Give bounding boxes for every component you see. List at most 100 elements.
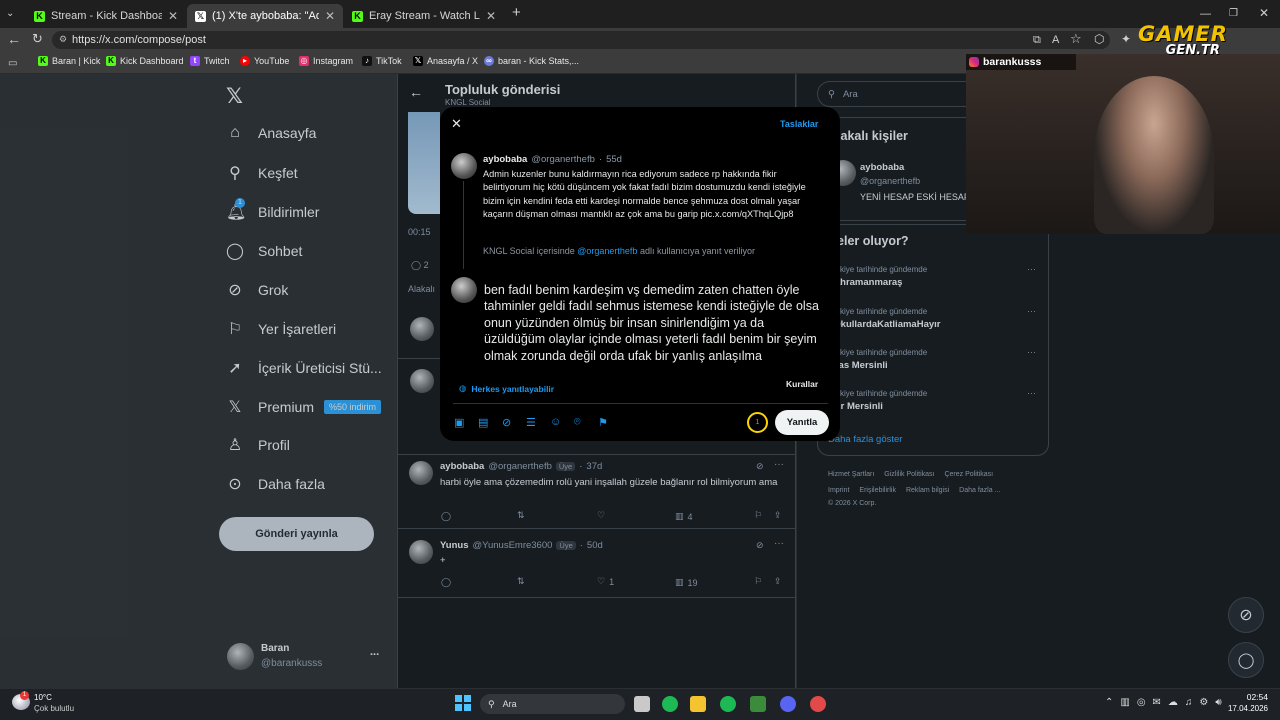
- views-button[interactable]: ▥ 4: [675, 511, 693, 522]
- footer-link[interactable]: Erişilebilirlik: [859, 487, 896, 494]
- bookmark-baran-kick[interactable]: K Baran | Kick: [38, 56, 100, 66]
- reply-time[interactable]: 50d: [587, 540, 603, 551]
- footer-link[interactable]: Imprint: [828, 487, 849, 494]
- reply-author[interactable]: aybobaba: [440, 461, 484, 472]
- nav-home[interactable]: ⌂ Anasayfa: [226, 124, 316, 142]
- footer-link[interactable]: Çerez Politikası: [944, 471, 993, 478]
- reply-textarea[interactable]: ben fadıl benim kardeşim vş demedim zate…: [484, 282, 824, 364]
- clock-time[interactable]: 02:54: [1230, 692, 1268, 702]
- bookmark-kick-stats[interactable]: ∞ baran - Kick Stats,...: [484, 56, 579, 66]
- trend-item[interactable]: Türkiye tarihinde gündemde #OkullardaKatl…: [828, 307, 940, 330]
- sort-label[interactable]: Alakalı: [408, 284, 435, 294]
- grok-icon[interactable]: ⊘: [502, 416, 511, 429]
- trend-item[interactable]: Türkiye tarihinde gündemde Nur Mersinli: [828, 389, 927, 412]
- grok-icon[interactable]: ⊘: [756, 461, 764, 472]
- avatar[interactable]: [409, 461, 433, 485]
- install-icon[interactable]: ⧉: [1033, 33, 1041, 47]
- star-icon[interactable]: ☆: [1070, 32, 1082, 46]
- discord-icon[interactable]: [780, 696, 796, 712]
- like-button[interactable]: ♡ 1: [597, 576, 614, 587]
- footer-link[interactable]: Reklam bilgisi: [906, 487, 949, 494]
- media-icon[interactable]: ▣: [454, 416, 464, 429]
- avatar[interactable]: [409, 540, 433, 564]
- reply-submit-button[interactable]: Yanıtla: [775, 410, 829, 435]
- reply-author[interactable]: Yunus: [440, 540, 469, 551]
- tab-eray-stream[interactable]: K Eray Stream - Watch Live on Kick ✕: [344, 4, 504, 28]
- more-icon[interactable]: ···: [774, 459, 784, 470]
- repost-button[interactable]: ⇅: [517, 510, 525, 521]
- emoji-icon[interactable]: ☺: [550, 416, 561, 428]
- bookmark-tiktok[interactable]: ♪ TikTok: [362, 56, 402, 66]
- grok-fab-icon[interactable]: ⊘: [1228, 597, 1264, 633]
- bookmark-youtube[interactable]: ▸ YouTube: [240, 56, 289, 66]
- footer-link[interactable]: Hizmet Şartları: [828, 471, 874, 478]
- more-icon[interactable]: ···: [774, 538, 784, 549]
- nav-profile[interactable]: ♙ Profil: [226, 435, 290, 455]
- back-icon[interactable]: ←: [7, 32, 21, 46]
- avatar[interactable]: [410, 369, 434, 393]
- apps-icon[interactable]: ▭: [8, 57, 17, 71]
- poll-icon[interactable]: ☰: [526, 416, 536, 429]
- rules-link[interactable]: Kurallar: [786, 379, 818, 389]
- post-image[interactable]: [408, 112, 440, 214]
- minimize-icon[interactable]: —: [1200, 7, 1211, 21]
- avatar[interactable]: [227, 643, 254, 670]
- account-more-icon[interactable]: ...: [370, 646, 379, 658]
- x-logo-icon[interactable]: 𝕏: [226, 84, 243, 109]
- close-icon[interactable]: ✕: [486, 9, 496, 23]
- messages-fab-icon[interactable]: ◯: [1228, 642, 1264, 678]
- app-icon[interactable]: [750, 696, 766, 712]
- tab-kick-dashboard[interactable]: K Stream - Kick Dashboard ✕: [26, 4, 186, 28]
- reload-icon[interactable]: ↻: [32, 32, 43, 46]
- reply-count[interactable]: ◯ 2: [411, 260, 429, 271]
- close-icon[interactable]: ✕: [168, 9, 178, 23]
- repost-button[interactable]: ⇅: [517, 576, 525, 587]
- more-icon[interactable]: ···: [1027, 388, 1036, 398]
- grok-icon[interactable]: ⊘: [756, 540, 764, 551]
- bookmark-instagram[interactable]: ◎ Instagram: [299, 56, 353, 66]
- bookmark-kick-dashboard[interactable]: K Kick Dashboard: [106, 56, 184, 66]
- nav-notifications[interactable]: 🔔︎ 1 Bildirimler: [226, 198, 319, 222]
- reply-button[interactable]: ◯: [441, 577, 451, 588]
- like-button[interactable]: ♡: [597, 510, 605, 521]
- footer-link[interactable]: Daha fazla ...: [959, 487, 1000, 494]
- nav-creator-studio[interactable]: ➚ İçerik Üreticisi Stü...: [226, 358, 381, 378]
- trend-item[interactable]: Türkiye tarihinde gündemde Kahramanmaraş: [828, 265, 927, 288]
- tab-search-icon[interactable]: ⌄: [6, 7, 14, 21]
- nav-more[interactable]: ⊙ Daha fazla: [226, 474, 325, 494]
- bookmark-button[interactable]: ⚐: [754, 576, 762, 587]
- task-view-icon[interactable]: [634, 696, 650, 712]
- reply-button[interactable]: ◯: [441, 511, 451, 522]
- close-icon[interactable]: ✕: [325, 9, 335, 23]
- post-button[interactable]: Gönderi yayınla: [219, 517, 374, 551]
- system-tray-icons[interactable]: ⌃▥◎✉☁♫⚙🔊︎: [1105, 697, 1229, 708]
- puzzle-icon[interactable]: ✦: [1121, 32, 1131, 46]
- more-icon[interactable]: ···: [1027, 306, 1036, 316]
- share-button[interactable]: ⇪: [774, 576, 782, 587]
- reply-audience-button[interactable]: ◍ Herkes yanıtlayabilir: [459, 383, 554, 394]
- nav-explore[interactable]: ⚲ Keşfet: [226, 163, 298, 183]
- location-icon[interactable]: ⌾: [574, 416, 581, 429]
- more-icon[interactable]: ···: [1027, 264, 1036, 274]
- folder-icon[interactable]: [690, 696, 706, 712]
- drafts-button[interactable]: Taslaklar: [780, 119, 818, 129]
- show-more-link[interactable]: Daha fazla göster: [828, 434, 902, 445]
- flag-icon[interactable]: ⚑: [598, 416, 608, 429]
- maximize-icon[interactable]: ❐: [1229, 7, 1238, 21]
- related-name[interactable]: aybobaba: [860, 162, 904, 173]
- site-info-icon[interactable]: ⚙: [59, 34, 67, 45]
- bookmark-button[interactable]: ⚐: [754, 510, 762, 521]
- avatar[interactable]: [410, 317, 434, 341]
- footer-link[interactable]: Gizlilik Politikası: [884, 471, 934, 478]
- bookmark-twitch[interactable]: t Twitch: [190, 56, 230, 66]
- bookmark-x[interactable]: 𝕏 Anasayfa / X: [413, 56, 478, 66]
- start-icon[interactable]: [455, 695, 471, 711]
- taskbar-search[interactable]: ⚲ Ara: [480, 694, 625, 714]
- new-tab-icon[interactable]: +: [512, 5, 521, 20]
- nav-grok[interactable]: ⊘ Grok: [226, 280, 288, 300]
- related-handle[interactable]: @organerthefb: [860, 176, 920, 186]
- nav-bookmarks[interactable]: ⚐ Yer İşaretleri: [226, 319, 336, 339]
- tab-x-post[interactable]: 𝕏 (1) X'te aybobaba: "Admin kuzenle ✕: [187, 4, 343, 28]
- gif-icon[interactable]: ▤: [478, 416, 488, 429]
- more-icon[interactable]: ···: [1027, 347, 1036, 357]
